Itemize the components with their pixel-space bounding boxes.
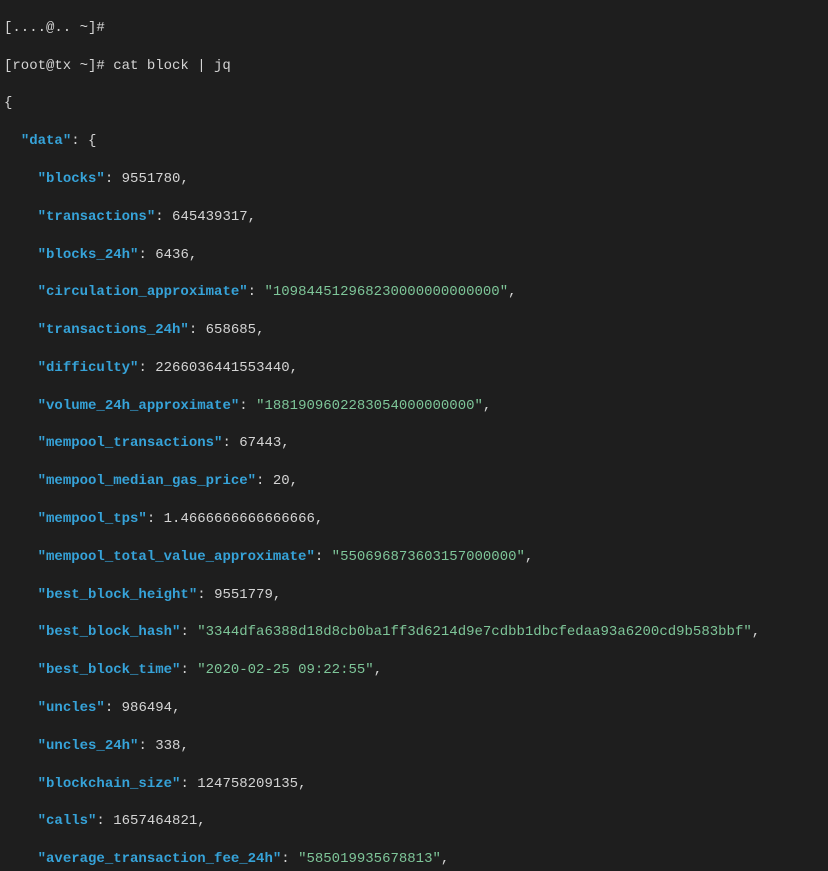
json-mempool-tx: "mempool_transactions": 67443, (4, 434, 824, 453)
json-mempool-total: "mempool_total_value_approximate": "5506… (4, 548, 824, 567)
json-open: { (4, 94, 824, 113)
json-blocks: "blocks": 9551780, (4, 170, 824, 189)
json-data-key: "data": { (4, 132, 824, 151)
json-best-hash: "best_block_hash": "3344dfa6388d18d8cb0b… (4, 623, 824, 642)
json-mempool-tps: "mempool_tps": 1.4666666666666666, (4, 510, 824, 529)
json-mempool-gas: "mempool_median_gas_price": 20, (4, 472, 824, 491)
json-tx-24h: "transactions_24h": 658685, (4, 321, 824, 340)
json-blockchain-size: "blockchain_size": 124758209135, (4, 775, 824, 794)
prompt-prev: [....@.. ~]# (4, 19, 824, 38)
json-blocks-24h: "blocks_24h": 6436, (4, 246, 824, 265)
json-avg-tx-fee: "average_transaction_fee_24h": "58501993… (4, 850, 824, 869)
json-circulation: "circulation_approximate": "109844512968… (4, 283, 824, 302)
json-best-height: "best_block_height": 9551779, (4, 586, 824, 605)
prompt-prefix: [root@tx ~]# (4, 58, 113, 74)
json-best-time: "best_block_time": "2020-02-25 09:22:55"… (4, 661, 824, 680)
prompt-prev-text: [....@.. ~]# (4, 20, 105, 36)
json-difficulty: "difficulty": 2266036441553440, (4, 359, 824, 378)
json-uncles-24h: "uncles_24h": 338, (4, 737, 824, 756)
terminal-output: [....@.. ~]# [root@tx ~]# cat block | jq… (0, 0, 828, 871)
json-uncles: "uncles": 986494, (4, 699, 824, 718)
prompt-line: [root@tx ~]# cat block | jq (4, 57, 824, 76)
json-transactions: "transactions": 645439317, (4, 208, 824, 227)
json-volume-24h: "volume_24h_approximate": "1881909602283… (4, 397, 824, 416)
json-calls: "calls": 1657464821, (4, 812, 824, 831)
command-text: cat block | jq (113, 58, 231, 74)
